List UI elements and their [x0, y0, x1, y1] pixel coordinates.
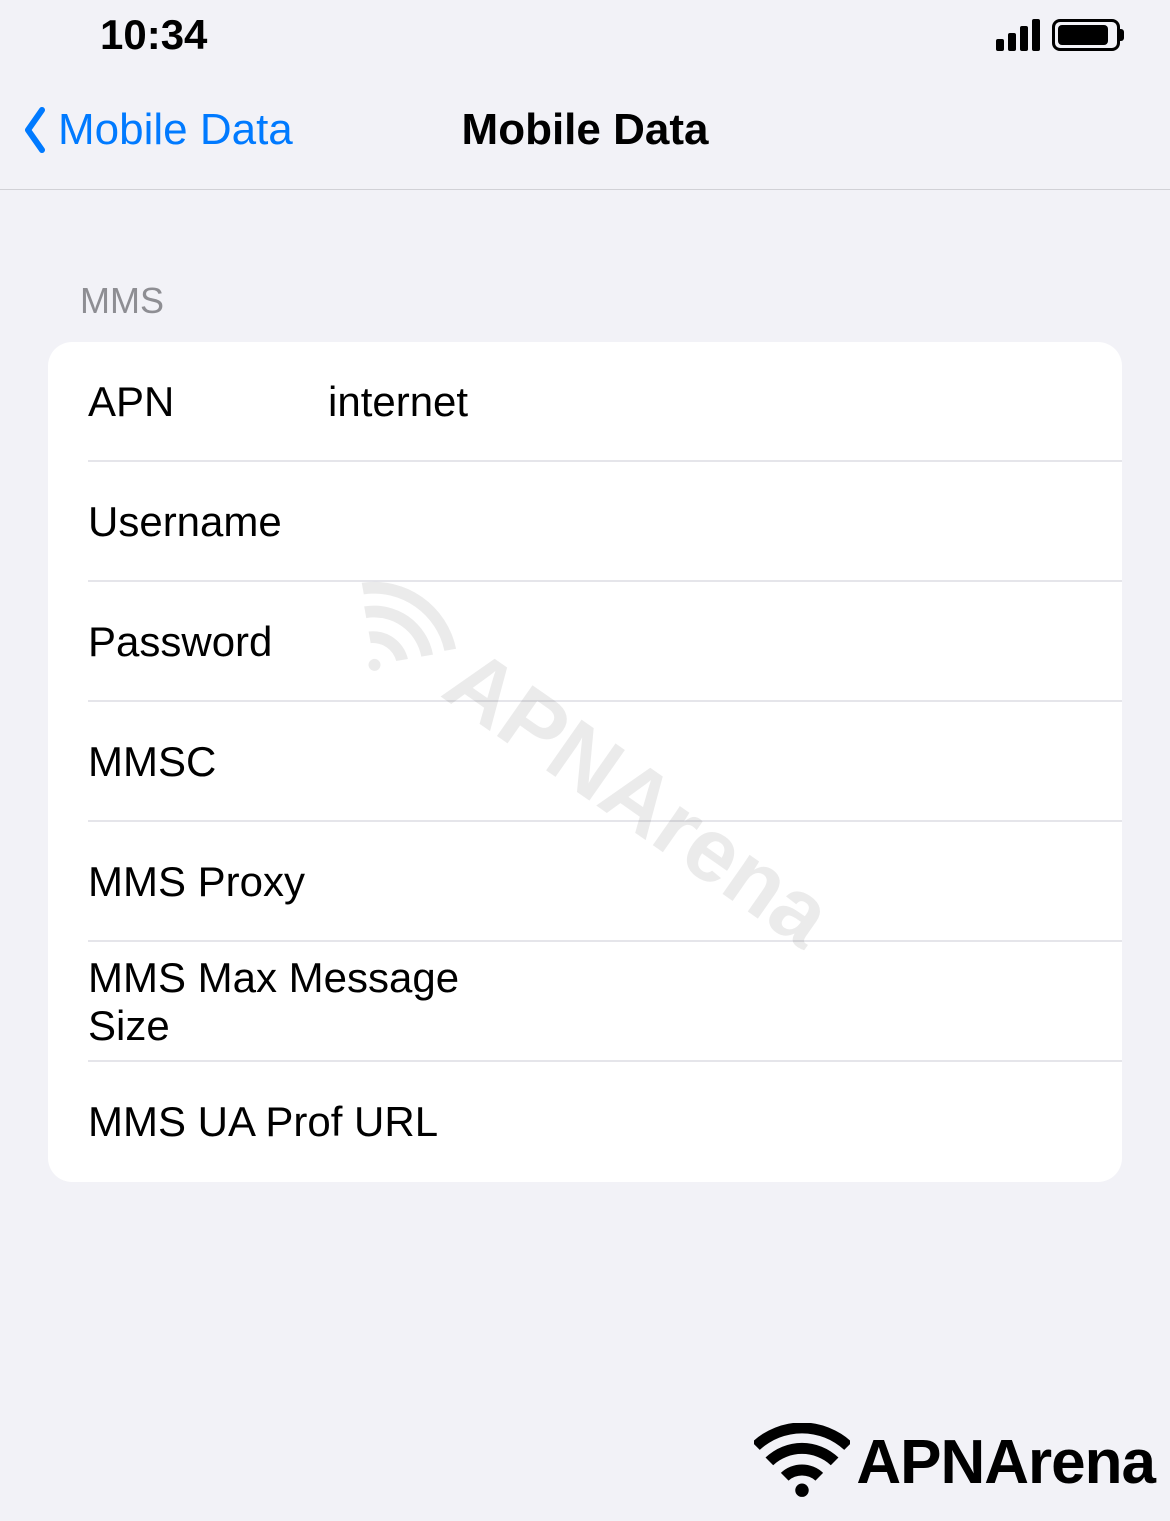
settings-group-mms: APN Username Password MMSC MMS Proxy MMS…	[48, 342, 1122, 1182]
status-indicators	[996, 19, 1120, 51]
brand-logo-text: APNArena	[856, 1427, 1155, 1498]
input-username[interactable]	[328, 498, 1082, 546]
row-apn[interactable]: APN	[48, 342, 1122, 462]
label-mms-max-size: MMS Max Message Size	[88, 954, 541, 1050]
input-mms-proxy[interactable]	[328, 858, 1082, 906]
page-title: Mobile Data	[462, 105, 709, 155]
input-mms-ua-prof-url[interactable]	[438, 1098, 1082, 1146]
label-password: Password	[88, 618, 328, 666]
battery-icon	[1052, 19, 1120, 51]
label-mmsc: MMSC	[88, 738, 328, 786]
row-mms-proxy[interactable]: MMS Proxy	[48, 822, 1122, 942]
navigation-bar: Mobile Data Mobile Data	[0, 70, 1170, 190]
brand-logo: APNArena	[754, 1423, 1155, 1501]
input-mmsc[interactable]	[328, 738, 1082, 786]
label-mms-proxy: MMS Proxy	[88, 858, 328, 906]
back-button[interactable]: Mobile Data	[0, 105, 293, 155]
label-username: Username	[88, 498, 328, 546]
back-label: Mobile Data	[58, 105, 293, 155]
chevron-left-icon	[20, 105, 50, 155]
label-apn: APN	[88, 378, 328, 426]
row-mms-ua-prof-url[interactable]: MMS UA Prof URL	[48, 1062, 1122, 1182]
content-area: MMS APN Username Password MMSC MMS Proxy	[0, 190, 1170, 1182]
section-header-mms: MMS	[48, 190, 1122, 342]
input-mms-max-size[interactable]	[541, 978, 1082, 1026]
row-mms-max-size[interactable]: MMS Max Message Size	[48, 942, 1122, 1062]
row-password[interactable]: Password	[48, 582, 1122, 702]
input-password[interactable]	[328, 618, 1082, 666]
row-mmsc[interactable]: MMSC	[48, 702, 1122, 822]
wifi-icon	[754, 1423, 850, 1501]
status-time: 10:34	[100, 11, 207, 59]
input-apn[interactable]	[328, 378, 1082, 426]
label-mms-ua-prof-url: MMS UA Prof URL	[88, 1098, 438, 1146]
row-username[interactable]: Username	[48, 462, 1122, 582]
cellular-signal-icon	[996, 19, 1040, 51]
status-bar: 10:34	[0, 0, 1170, 70]
